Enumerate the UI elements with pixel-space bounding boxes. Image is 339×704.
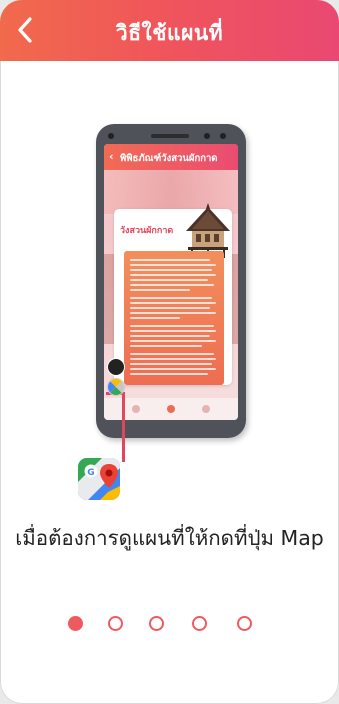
phone-sensor (220, 133, 226, 139)
screen-side-image (104, 254, 114, 344)
info-card: วังสวนผักกาด (114, 203, 232, 385)
screen-title: พิพิธภัณฑ์วังสวนผักกาด (120, 153, 218, 164)
tutorial-screen: วิธีใช้แผนที่ ‹ พิพิธภัณฑ์วังสวนผักกาด ว… (0, 0, 339, 704)
instruction-text: เมื่อต้องการดูแผนที่ให้กดที่ปุ่ม Map (15, 526, 324, 550)
card-title: วังสวนผักกาด (120, 226, 174, 236)
page-dot-3[interactable] (149, 616, 164, 631)
phone-speaker (151, 134, 189, 138)
phone-camera (108, 133, 114, 139)
mini-map-button-icon (107, 378, 125, 396)
google-maps-icon[interactable]: G (78, 458, 120, 500)
description-box (124, 251, 224, 385)
nav-dot (132, 405, 140, 413)
screen-back-icon: ‹ (109, 150, 114, 163)
header-bar: วิธีใช้แผนที่ (0, 0, 339, 61)
page-dot-4[interactable] (192, 616, 207, 631)
nav-dot (167, 405, 175, 413)
screen-header: ‹ พิพิธภัณฑ์วังสวนผักกาด (104, 144, 238, 170)
nav-dot (202, 405, 210, 413)
connector-line (122, 392, 125, 462)
page-dot-1[interactable] (68, 616, 83, 631)
phone-sensor (204, 133, 210, 139)
page-title: วิธีใช้แผนที่ (115, 21, 224, 45)
mini-camera-button-icon (107, 358, 125, 376)
page-dot-5[interactable] (237, 616, 252, 631)
svg-text:G: G (87, 468, 94, 478)
phone-screen: ‹ พิพิธภัณฑ์วังสวนผักกาด วังสวนผักกาด (104, 144, 238, 420)
pagination-dots (0, 616, 339, 636)
page-dot-2[interactable] (108, 616, 123, 631)
